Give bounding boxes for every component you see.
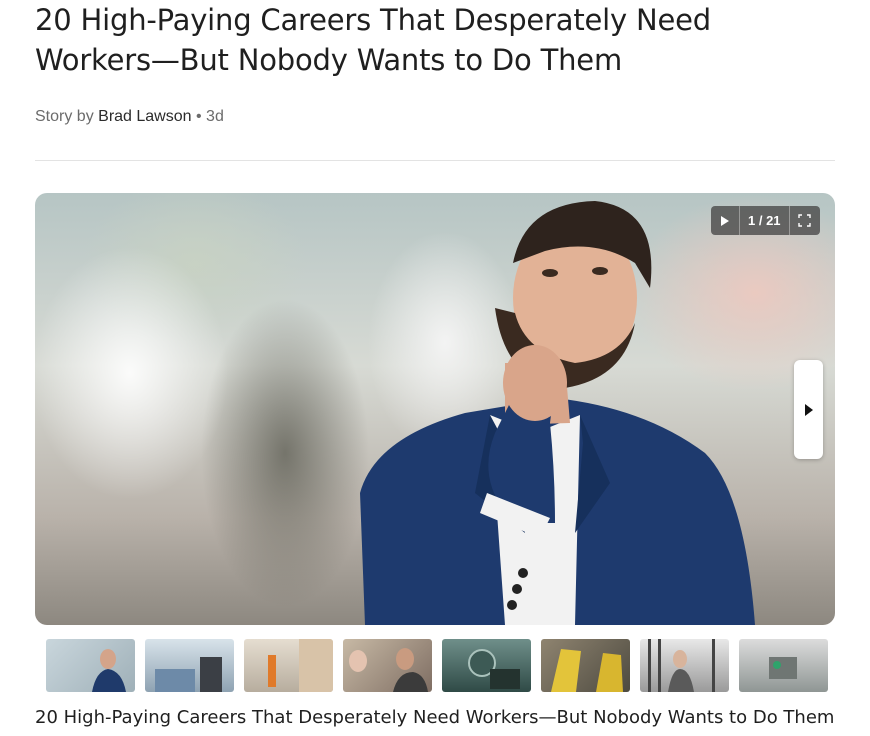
- thumbnail-3[interactable]: [244, 639, 333, 692]
- thumbnail-2-image: [155, 657, 222, 692]
- play-icon: [721, 215, 729, 226]
- thumbnail-4[interactable]: [343, 639, 432, 692]
- thumbnail-strip: [46, 639, 828, 692]
- fullscreen-button[interactable]: [790, 206, 820, 235]
- byline-separator: •: [195, 108, 202, 125]
- thumbnail-1-image: [92, 649, 126, 692]
- byline-prefix: Story by: [35, 108, 94, 125]
- play-button[interactable]: [711, 206, 740, 235]
- thumbnail-6-image: [551, 649, 623, 692]
- slide-caption: 20 High-Paying Careers That Desperately …: [35, 707, 835, 728]
- author-link[interactable]: Brad Lawson: [98, 108, 191, 125]
- thumbnail-1[interactable]: [46, 639, 135, 692]
- thumbnail-2[interactable]: [145, 639, 234, 692]
- thumbnail-3-image: [268, 639, 333, 692]
- thumbnail-7-image: [648, 639, 715, 692]
- thumbnail-4-image: [349, 648, 428, 692]
- thumbnail-5-image: [468, 649, 520, 689]
- thumbnail-7[interactable]: [640, 639, 729, 692]
- fullscreen-icon: [798, 214, 811, 227]
- publish-age: 3d: [206, 108, 224, 125]
- chevron-right-icon: [804, 403, 813, 416]
- thumbnail-8[interactable]: [739, 639, 828, 692]
- thumbnail-8-image: [769, 657, 797, 679]
- thumbnail-6[interactable]: [541, 639, 630, 692]
- slideshow-controls: 1 / 21: [711, 206, 820, 235]
- article-title: 20 High-Paying Careers That Desperately …: [35, 3, 711, 77]
- byline: Story by Brad Lawson • 3d: [35, 108, 224, 126]
- slideshow-image[interactable]: [35, 193, 835, 625]
- slide-counter: 1 / 21: [740, 206, 790, 235]
- thinking-man-illustration: [360, 201, 755, 625]
- next-slide-button[interactable]: [794, 360, 823, 459]
- thumbnail-5[interactable]: [442, 639, 531, 692]
- divider: [35, 160, 835, 161]
